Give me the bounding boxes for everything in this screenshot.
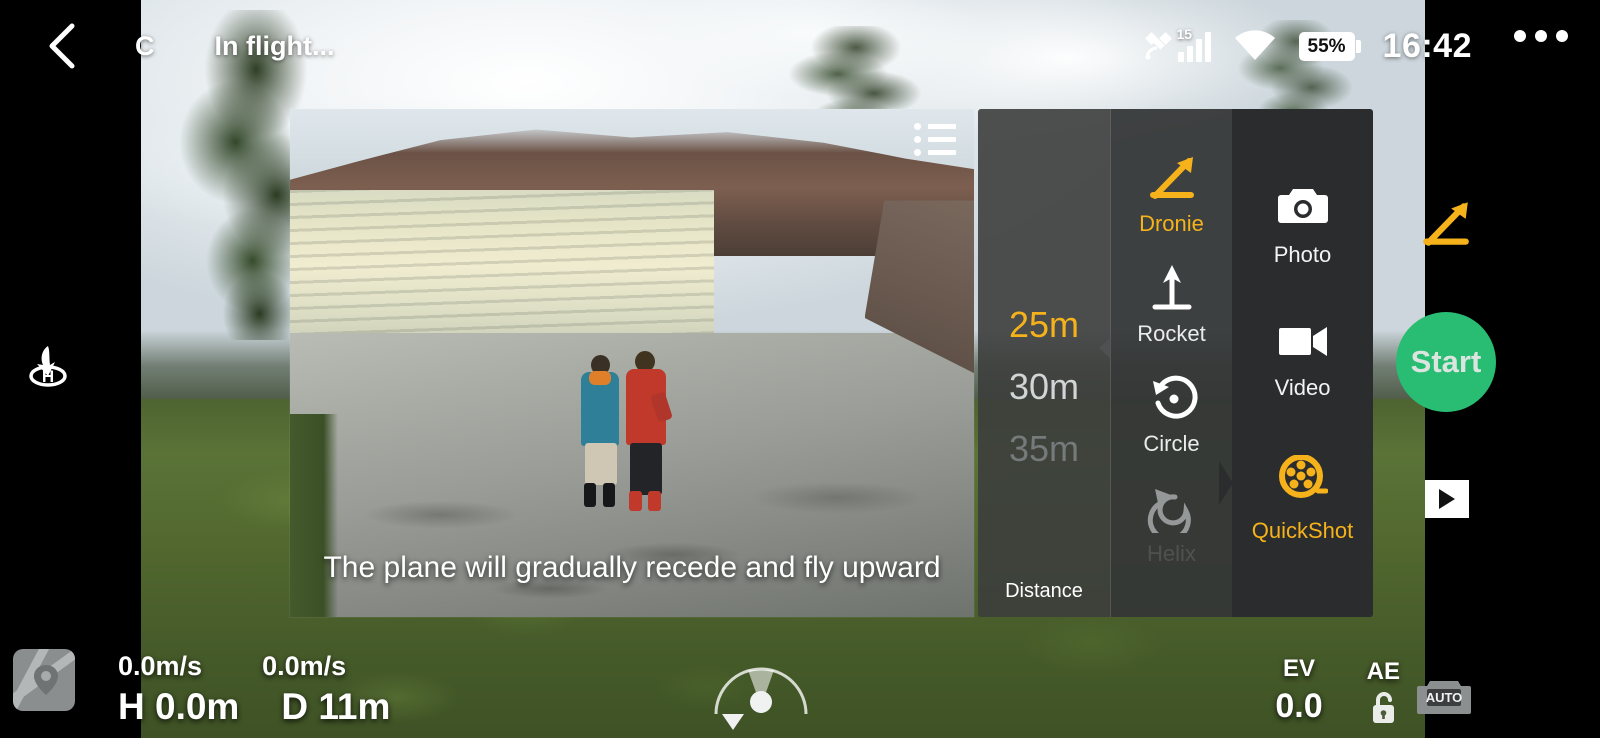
camcorder-icon	[1277, 322, 1329, 365]
mode-item-dronie[interactable]: Dronie	[1111, 147, 1232, 237]
quickshot-mode-list[interactable]: Dronie Rocket Circle Helix	[1110, 109, 1232, 617]
flight-status-text: In flight...	[214, 30, 335, 61]
video-subject-person	[573, 355, 625, 513]
satellite-icon	[1144, 32, 1172, 60]
film-reel-icon	[1278, 454, 1328, 508]
ae-label: AE	[1366, 658, 1400, 685]
distance-options: 25m 30m 35m	[978, 307, 1110, 467]
mode-label: Dronie	[1139, 211, 1204, 236]
more-options-button[interactable]	[1514, 30, 1568, 42]
start-button[interactable]: Start	[1396, 312, 1496, 412]
tutorial-video-card[interactable]: The plane will gradually recede and fly …	[290, 109, 974, 617]
playback-button[interactable]	[1425, 480, 1469, 518]
auto-camera-icon: AUTO	[1417, 681, 1471, 714]
distance-option-30m[interactable]: 30m	[1009, 369, 1079, 405]
altitude-value: H 0.0m	[118, 686, 240, 727]
capture-mode-tabs[interactable]: Photo Video QuickShot	[1219, 109, 1373, 617]
ev-label: EV	[1283, 655, 1316, 682]
status-tray: 15 55% 16:42	[1143, 18, 1473, 74]
battery-indicator[interactable]: 55%	[1298, 31, 1361, 61]
capture-tab-options: Photo Video QuickShot	[1232, 185, 1373, 544]
helix-spiral-icon	[1145, 477, 1199, 533]
mode-item-circle[interactable]: Circle	[1111, 367, 1232, 457]
active-mode-badge	[1418, 198, 1474, 254]
mode-label: Circle	[1143, 431, 1200, 456]
flight-status: C In flight...	[135, 28, 334, 64]
distance-value: D 11m	[281, 686, 391, 727]
distance-option-25m[interactable]: 25m	[1009, 307, 1079, 343]
map-thumbnail-button[interactable]	[13, 649, 75, 711]
tab-quickshot[interactable]: QuickShot	[1232, 454, 1373, 544]
ae-lock-control[interactable]: AE	[1367, 658, 1400, 726]
dronie-arrow-icon	[1145, 147, 1199, 203]
tab-video[interactable]: Video	[1232, 322, 1373, 401]
clock: 16:42	[1382, 26, 1472, 65]
bulleted-list-icon	[914, 135, 960, 143]
back-button[interactable]	[34, 18, 90, 74]
return-to-home-icon: H	[29, 346, 67, 387]
play-icon	[1439, 489, 1455, 509]
more-horizontal-icon	[1514, 30, 1526, 42]
quickshot-panel: 25m 30m 35m Distance Dronie Rocket Circl…	[978, 109, 1373, 617]
battery-tip	[1355, 39, 1361, 53]
drone-letter: C	[135, 30, 155, 61]
mode-options: Dronie Rocket Circle Helix	[1111, 147, 1232, 567]
top-status-bar: C In flight... 15 55% 16:42	[0, 0, 1600, 92]
video-list-button[interactable]	[914, 119, 960, 159]
bulleted-list-icon	[914, 148, 960, 156]
horizontal-speed: 0.0m/s	[262, 651, 347, 681]
drone-controller-screen: C In flight... 15 55% 16:42 H The plane …	[0, 0, 1600, 738]
camera-icon	[1277, 185, 1329, 232]
tab-label: Photo	[1273, 242, 1332, 267]
radar-attitude-indicator[interactable]	[706, 640, 816, 730]
telemetry-hud: 0.0m/s 0.0m/s H 0.0m D 11m	[118, 651, 390, 728]
exposure-hud: EV 0.0 AE	[1275, 655, 1400, 726]
rocket-up-arrow-icon	[1145, 257, 1199, 313]
dronie-arrow-icon	[1423, 202, 1469, 246]
wifi-icon[interactable]	[1233, 30, 1277, 62]
battery-percent: 55%	[1298, 31, 1355, 61]
chevron-left-icon	[49, 23, 75, 69]
tab-photo[interactable]: Photo	[1232, 185, 1373, 268]
mode-item-rocket[interactable]: Rocket	[1111, 257, 1232, 347]
start-button-label: Start	[1410, 344, 1482, 379]
return-to-home-button[interactable]: H	[22, 338, 74, 390]
mode-item-helix[interactable]: Helix	[1111, 477, 1232, 567]
unlock-icon	[1373, 692, 1395, 723]
more-horizontal-icon	[1556, 30, 1568, 42]
distance-picker[interactable]: 25m 30m 35m Distance	[978, 109, 1111, 617]
telemetry-distances: H 0.0m D 11m	[118, 686, 390, 728]
circle-orbit-icon	[1145, 367, 1199, 423]
mode-label: Rocket	[1137, 321, 1206, 346]
more-horizontal-icon	[1535, 30, 1547, 42]
video-subject-person	[620, 351, 673, 513]
ev-control[interactable]: EV 0.0	[1275, 655, 1322, 726]
mode-label: Helix	[1147, 541, 1196, 566]
bulleted-list-icon	[914, 122, 960, 130]
tab-selection-caret	[1219, 461, 1233, 505]
distance-label: Distance	[1005, 580, 1083, 602]
gps-status[interactable]: 15	[1143, 26, 1211, 62]
tab-label: QuickShot	[1251, 518, 1354, 543]
telemetry-speeds: 0.0m/s 0.0m/s	[118, 651, 390, 682]
vertical-speed: 0.0m/s	[118, 651, 203, 681]
auto-exposure-badge[interactable]: AUTO	[1416, 676, 1472, 718]
distance-option-35m[interactable]: 35m	[1009, 431, 1079, 467]
video-caption: The plane will gradually recede and fly …	[323, 551, 941, 584]
gps-satellite-count: 15	[1176, 26, 1193, 42]
radar-attitude-icon	[714, 667, 808, 730]
video-grass	[290, 413, 338, 617]
ev-value: 0.0	[1275, 687, 1323, 725]
svg-text:AUTO: AUTO	[1426, 690, 1463, 705]
tab-label: Video	[1274, 375, 1331, 400]
map-pin-icon	[34, 665, 58, 695]
